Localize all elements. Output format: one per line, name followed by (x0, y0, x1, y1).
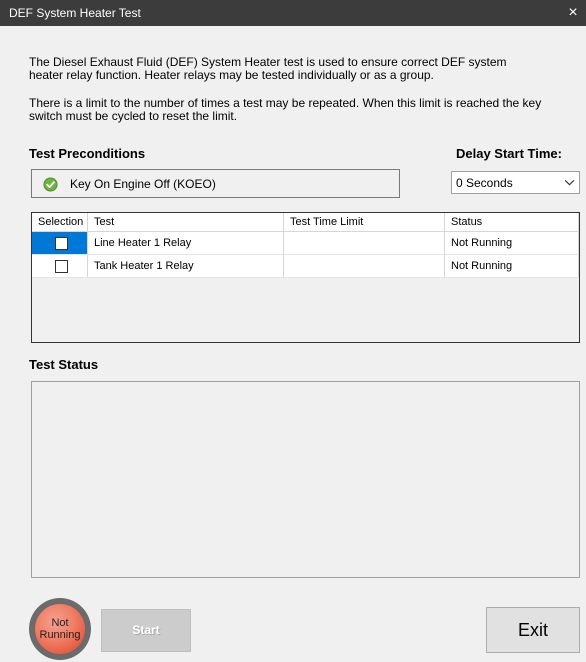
window-title: DEF System Heater Test (9, 6, 141, 20)
time-limit-cell (283, 231, 445, 255)
test-name-cell: Tank Heater 1 Relay (87, 254, 284, 278)
selection-checkbox[interactable] (55, 236, 68, 250)
test-name-cell: Line Heater 1 Relay (87, 231, 284, 255)
exit-button[interactable]: Exit (486, 607, 580, 653)
column-header-time-limit[interactable]: Test Time Limit (283, 213, 445, 232)
precondition-item: Key On Engine Off (KOEO) (31, 169, 400, 198)
test-status-panel (31, 381, 580, 578)
grid-header-row: Selection Test Test Time Limit Status (32, 213, 579, 232)
table-row[interactable]: Line Heater 1 Relay Not Running (32, 231, 579, 255)
start-button[interactable]: Start (101, 609, 191, 652)
test-preconditions-heading: Test Preconditions (29, 146, 146, 161)
delay-start-value: 0 Seconds (456, 176, 513, 190)
selection-cell[interactable] (32, 254, 88, 278)
indicator-lamp: Not Running (35, 604, 85, 654)
selection-cell[interactable] (32, 231, 88, 255)
def-heater-test-window: DEF System Heater Test × The Diesel Exha… (0, 0, 586, 662)
check-circle-icon (43, 177, 58, 192)
description-paragraph-2: There is a limit to the number of times … (29, 97, 579, 123)
table-row[interactable]: Tank Heater 1 Relay Not Running (32, 254, 579, 278)
precondition-label: Key On Engine Off (KOEO) (70, 177, 216, 191)
test-status-heading: Test Status (29, 357, 99, 372)
close-icon[interactable]: × (560, 0, 586, 26)
indicator-line-2: Running (39, 629, 81, 641)
description-paragraph-1: The Diesel Exhaust Fluid (DEF) System He… (29, 56, 579, 82)
test-grid: Selection Test Test Time Limit Status Li… (31, 212, 580, 343)
column-header-status[interactable]: Status (444, 213, 579, 232)
delay-start-time-heading: Delay Start Time: (456, 146, 562, 161)
description-line: switch must be cycled to reset the limit… (29, 109, 238, 123)
title-bar: DEF System Heater Test × (0, 0, 586, 26)
status-cell: Not Running (444, 231, 579, 255)
column-header-selection[interactable]: Selection (32, 213, 88, 232)
delay-start-dropdown[interactable]: 0 Seconds (451, 171, 580, 194)
description-line: heater relay function. Heater relays may… (29, 68, 434, 82)
status-cell: Not Running (444, 254, 579, 278)
column-header-test[interactable]: Test (87, 213, 284, 232)
time-limit-cell (283, 254, 445, 278)
indicator-line-1: Not (51, 617, 69, 629)
running-status-indicator: Not Running (29, 598, 91, 660)
chevron-down-icon (564, 179, 575, 186)
selection-checkbox[interactable] (55, 259, 68, 273)
